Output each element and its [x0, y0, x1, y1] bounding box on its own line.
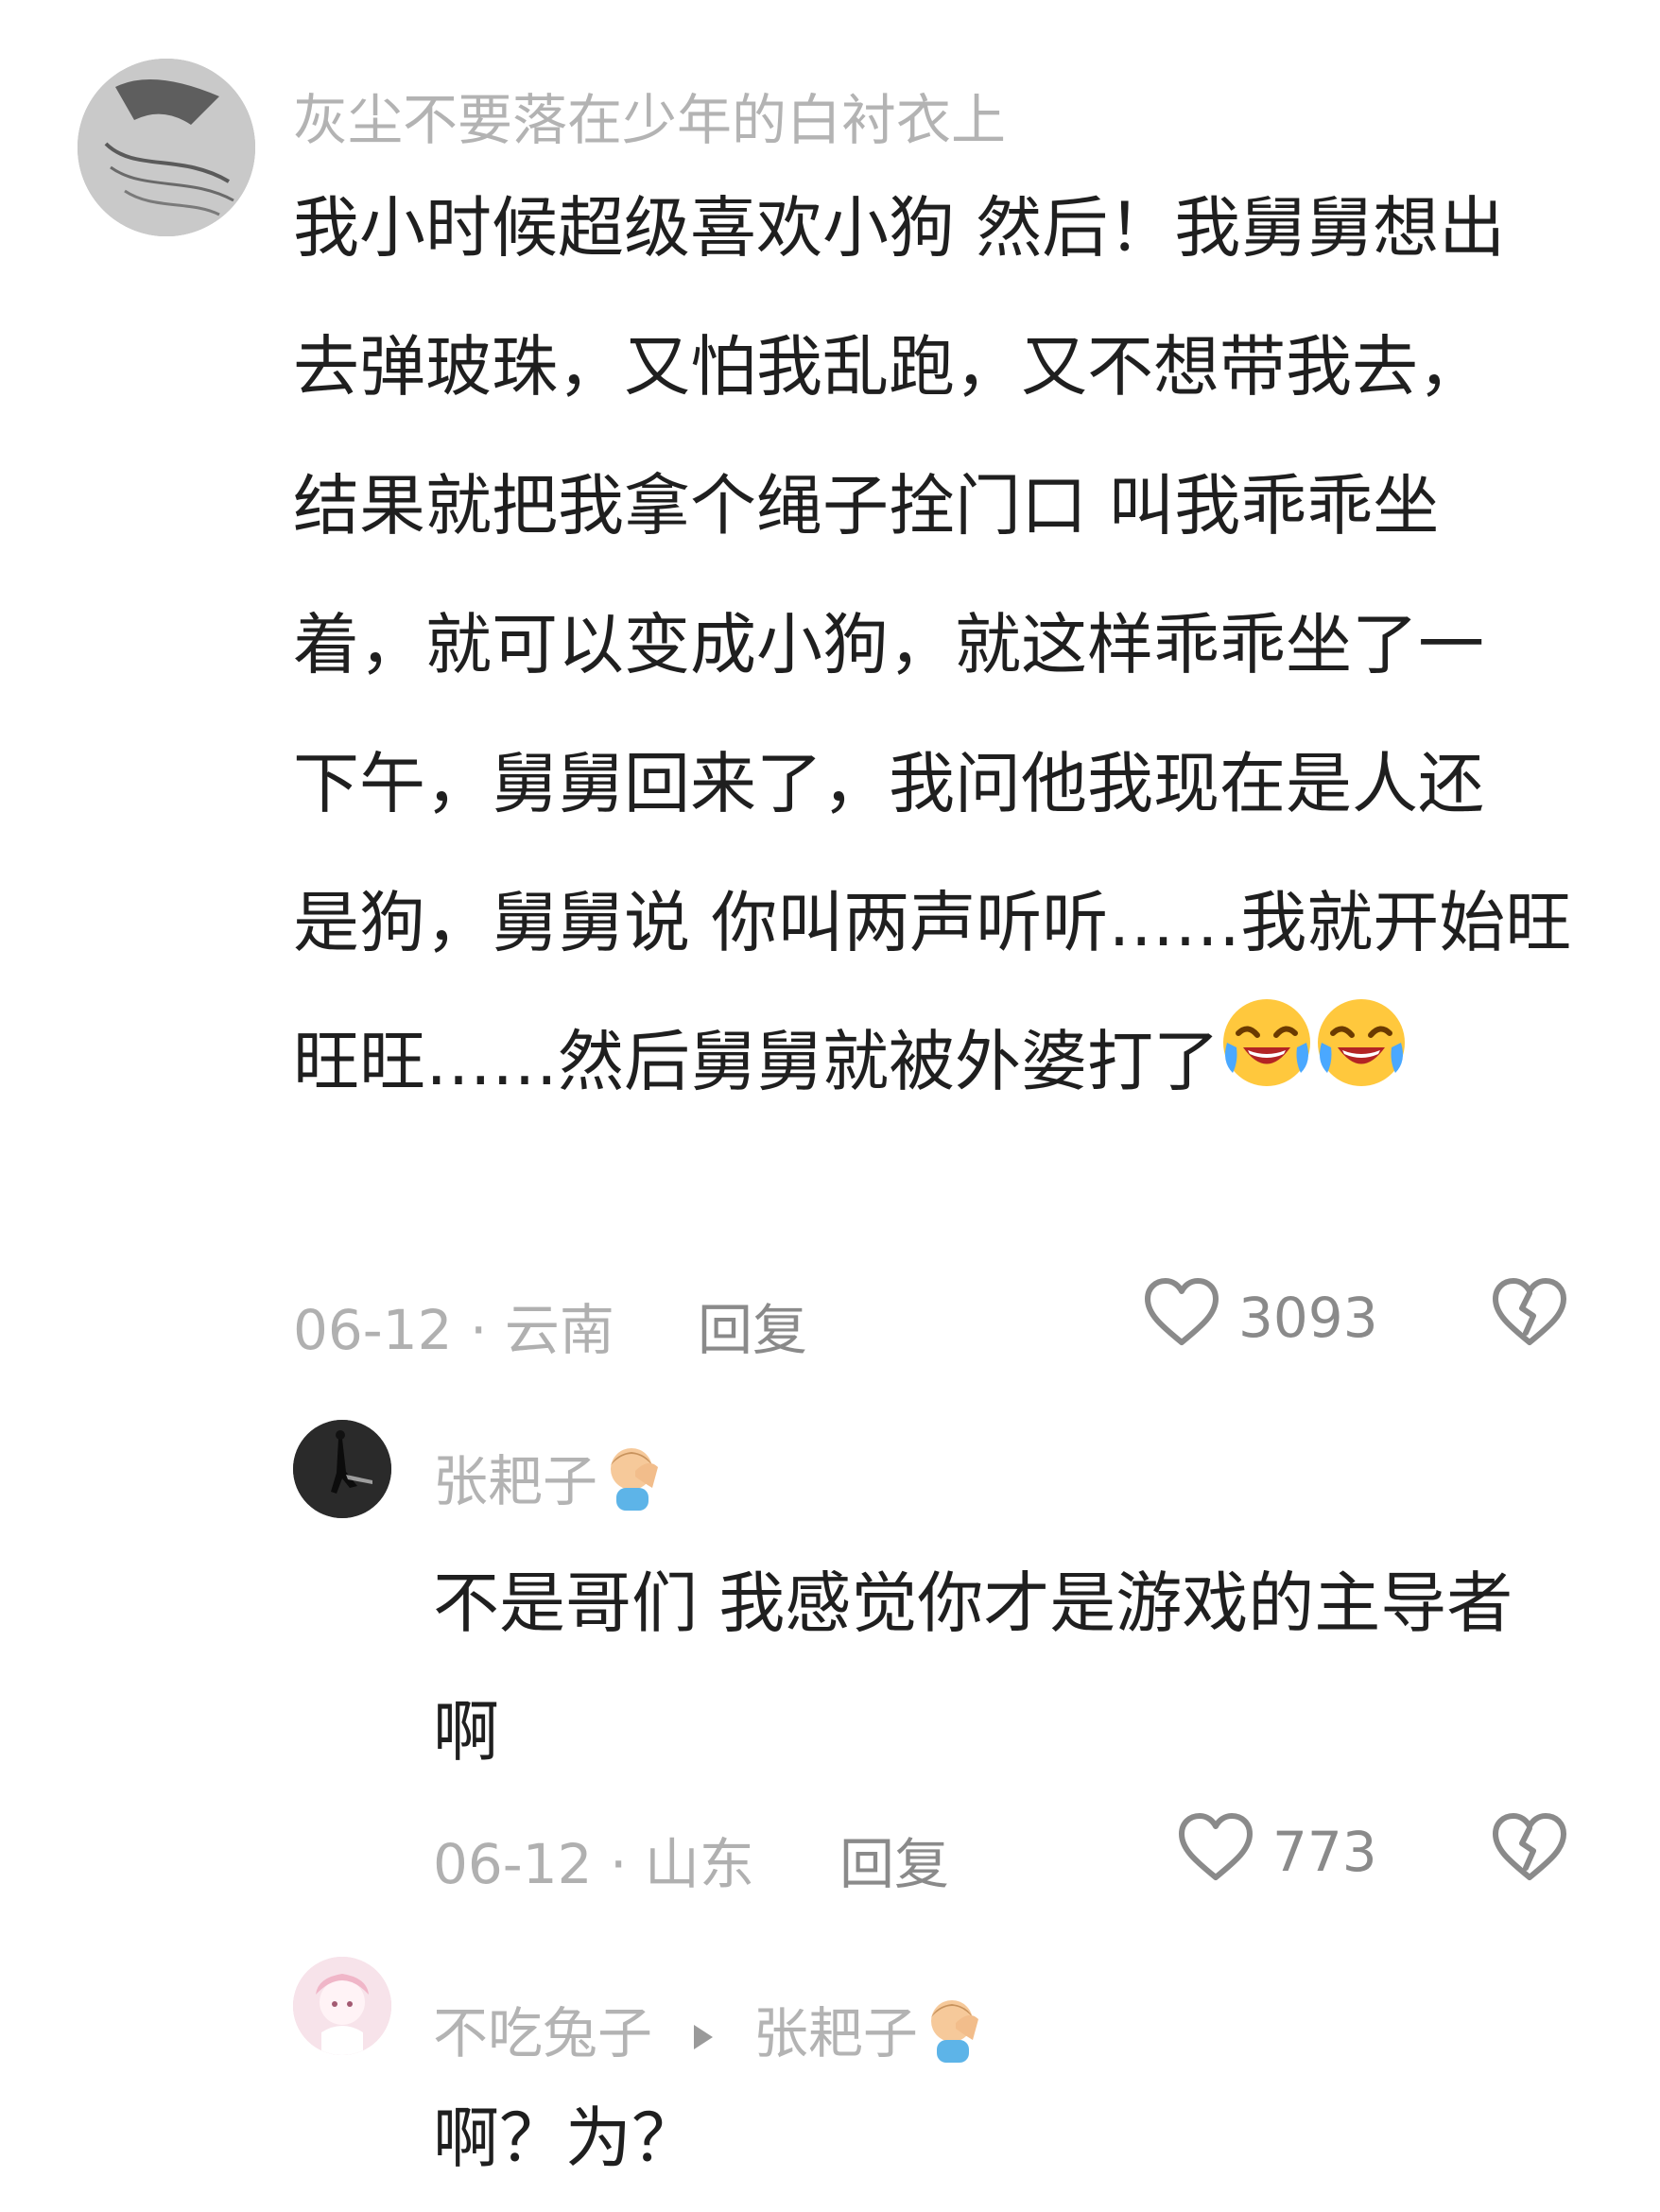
heart-outline-icon[interactable] [1142, 1276, 1221, 1348]
comment-line: 旺旺……然后舅舅就被外婆打了 [293, 1023, 1219, 1100]
comment-line: 去弹玻珠，又怕我乱跑，又不想带我去， [293, 328, 1484, 406]
laughing-crying-emoji [1314, 995, 1409, 1137]
comment-username[interactable]: 灰尘不要落在少年的白衬衣上 [293, 76, 1006, 155]
broken-heart-icon[interactable] [1490, 1276, 1569, 1348]
reply-arrow-icon [694, 2024, 714, 2049]
reply-username-text[interactable]: 张耙子 [433, 1449, 597, 1513]
reply-line: 啊 [433, 1693, 499, 1771]
like-count: 3093 [1238, 1286, 1378, 1350]
facepalm-emoji [924, 1996, 988, 2078]
reply-button[interactable]: 回复 [839, 1820, 949, 1899]
comment-line: 下午，舅舅回来了，我问他我现在是人还 [293, 745, 1484, 822]
broken-heart-icon[interactable] [1490, 1811, 1569, 1883]
facepalm-emoji [603, 1444, 667, 1526]
comment-meta: 06-12 · 云南 [293, 1298, 614, 1362]
comment-line: 结果就把我拿个绳子拴门口 叫我乖乖坐 [293, 467, 1440, 544]
reply-username[interactable]: 张耙子 [433, 1437, 667, 1526]
reply-line: 不是哥们 我感觉你才是游戏的主导者 [433, 1564, 1513, 1642]
reply-to-username[interactable]: 张耙子 [753, 2001, 918, 2065]
comment-text: 我小时候超级喜欢小狗 然后！我舅舅想出 去弹玻珠，又怕我乱跑，又不想带我去， 结… [293, 159, 1617, 1137]
avatar[interactable] [293, 1420, 391, 1518]
reply-meta: 06-12 · 山东 [433, 1832, 754, 1896]
heart-outline-icon[interactable] [1176, 1811, 1255, 1883]
comment-line-last: 旺旺……然后舅舅就被外婆打了 [293, 993, 1617, 1137]
reply-button[interactable]: 回复 [698, 1286, 807, 1365]
like-count: 773 [1272, 1820, 1377, 1884]
reply-text: 啊？为？ [433, 2100, 698, 2177]
reply-username[interactable]: 不吃兔子 张耙子 [433, 1989, 988, 2078]
avatar[interactable] [78, 59, 255, 236]
reply-text: 不是哥们 我感觉你才是游戏的主导者 啊 [433, 1539, 1615, 1796]
comment-line: 着，就可以变成小狗，就这样乖乖坐了一 [293, 606, 1484, 683]
avatar[interactable] [293, 1957, 391, 2055]
reply-username-text[interactable]: 不吃兔子 [433, 2001, 652, 2065]
comment-line: 我小时候超级喜欢小狗 然后！我舅舅想出 [293, 189, 1506, 267]
laughing-crying-emoji [1219, 995, 1314, 1137]
comment-line: 是狗，舅舅说 你叫两声听听……我就开始旺 [293, 884, 1572, 961]
